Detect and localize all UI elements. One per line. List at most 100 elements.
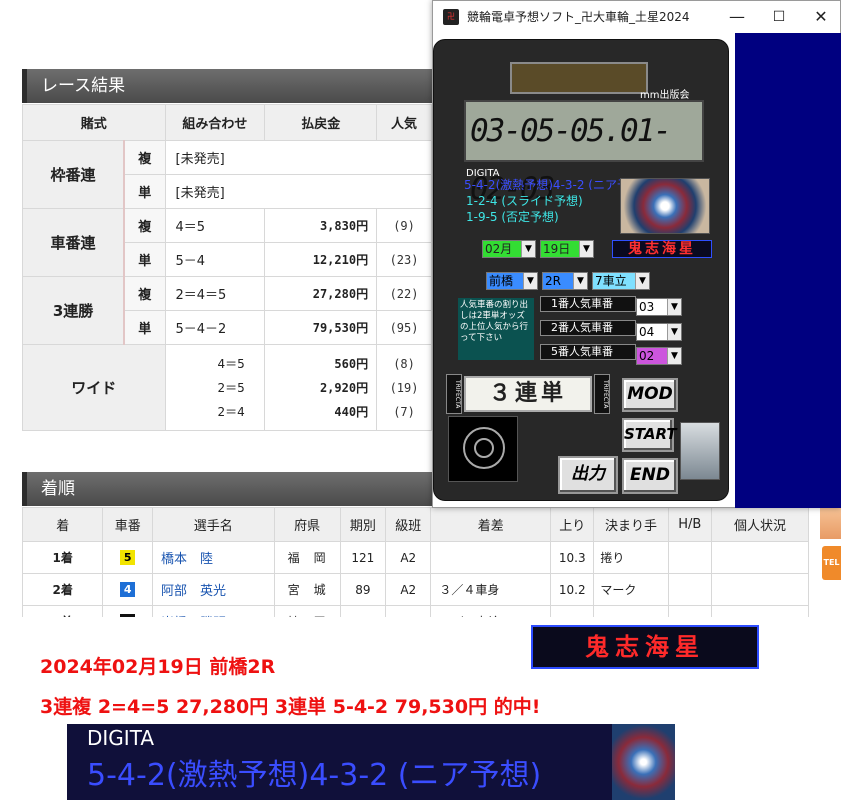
payout: 440円 xyxy=(334,404,369,419)
hb-marker xyxy=(667,573,712,606)
popular-value-3: 02 xyxy=(639,349,655,363)
col-popularity: 人気 xyxy=(376,104,432,141)
winning-move: 捲り xyxy=(593,541,669,574)
chevron-down-icon: ▼ xyxy=(521,241,535,257)
prefecture: 宮 城 xyxy=(273,573,341,606)
output-button[interactable]: 出力 xyxy=(558,456,618,494)
close-icon[interactable]: ✕ xyxy=(801,1,841,33)
popular-value-2: 04 xyxy=(639,325,655,339)
statue-image xyxy=(680,422,720,480)
brand-label: mm出版会 xyxy=(640,90,690,101)
bottom-digita-banner: DIGITA 5-4-2(激熱予想)4-3-2 (ニア予想) xyxy=(67,724,675,800)
popular-select-2[interactable]: 04 ▼ xyxy=(636,323,682,341)
popular-value-1: 03 xyxy=(639,300,655,314)
calculator-body: mm出版会 03-05-05.01-02-03. DIGITA 5-4-2(激熱… xyxy=(433,39,729,501)
wide-combinations: 4＝5 2＝5 2＝4 xyxy=(164,344,266,431)
col-term: 期別 xyxy=(339,507,387,542)
window-title: 競輪電卓予想ソフト_卍大車輪_土星2024 xyxy=(467,10,690,24)
race-select[interactable]: 2R ▼ xyxy=(542,272,588,290)
bet-group-label: ワイド xyxy=(22,344,166,431)
logo-badge: 鬼志海星 xyxy=(612,240,712,258)
last-lap-time: 10.1 xyxy=(550,605,595,617)
dial-icon[interactable] xyxy=(463,427,505,469)
rider-name-link[interactable]: 岩橋 勝明 xyxy=(151,605,275,617)
col-winning-move: 決まり手 xyxy=(593,507,669,542)
side-badge[interactable]: TEL xyxy=(822,546,841,580)
popular-select-1[interactable]: 03 ▼ xyxy=(636,298,682,316)
rider-status xyxy=(710,605,809,617)
combination: 5－4－2 xyxy=(164,310,266,345)
col-bike-number: 車番 xyxy=(102,507,153,542)
chevron-down-icon: ▼ xyxy=(667,299,681,315)
combination: 5－4 xyxy=(164,242,266,277)
app-icon: 卍 xyxy=(443,9,459,25)
table-row: 2着 4 阿部 英光宮 城 89 A2 ３／４車身 10.2 マーク xyxy=(22,573,809,606)
venue-value: 前橋 xyxy=(489,274,514,288)
popular-label-1: 1番人気車番 xyxy=(540,296,636,312)
rider-status xyxy=(710,573,809,606)
bet-sub-label: 複 xyxy=(123,140,166,175)
prefecture: 埼 玉 xyxy=(273,605,341,617)
combination: [未発売] xyxy=(164,140,432,175)
finish-table-wrap: 着 車番 選手名 府県 期別 級班 着差 上り 決まり手 H/B 個人状況 1着… xyxy=(22,507,809,617)
rider-name-link[interactable]: 橋本 陸 xyxy=(151,541,275,574)
month-value: 02月 xyxy=(485,242,513,256)
side-image-fragment xyxy=(820,505,841,539)
table-row: 車番連 複 4＝5 3,830円 (9) xyxy=(22,208,432,277)
mod-button[interactable]: MOD xyxy=(622,378,678,412)
popular-select-3[interactable]: 02 ▼ xyxy=(636,347,682,365)
payout: 79,530円 xyxy=(264,310,378,345)
popularity: (23) xyxy=(376,242,432,277)
popularity: (9) xyxy=(376,208,432,243)
bet-type-display: ３連単 xyxy=(464,376,592,412)
combination: [未発売] xyxy=(164,174,432,209)
day-select[interactable]: 19日 ▼ xyxy=(540,240,594,258)
class: A2 xyxy=(385,573,432,606)
bike-number-cell: 2 xyxy=(102,605,153,617)
venue-select[interactable]: 前橋 ▼ xyxy=(486,272,538,290)
popularity: (95) xyxy=(376,310,432,345)
race-results-table: 賭式 組み合わせ 払戻金 人気 枠番連 複 [未発売] 単 [未発売] 車番連 … xyxy=(22,104,432,431)
dial-area xyxy=(448,416,518,482)
chevron-down-icon: ▼ xyxy=(667,348,681,364)
wide-popularity: (8) (19) (7) xyxy=(376,344,432,431)
last-lap-time: 10.2 xyxy=(550,573,595,606)
bike-number-badge: 4 xyxy=(120,582,136,597)
app-window: 卍 競輪電卓予想ソフト_卍大車輪_土星2024 — ☐ ✕ mm出版会 03-0… xyxy=(432,0,841,508)
table-row: 3着 2 岩橋 勝明埼 玉79A2３／４車輪10.1 xyxy=(22,605,809,617)
bottom-digita-prediction: 5-4-2(激熱予想)4-3-2 (ニア予想) xyxy=(87,758,542,793)
bet-sub-label: 単 xyxy=(123,174,166,209)
margin: ３／４車身 xyxy=(430,573,552,606)
chevron-down-icon: ▼ xyxy=(579,241,593,257)
finish-place: 1着 xyxy=(22,541,104,574)
term: 121 xyxy=(339,541,387,574)
wide-payouts: 560円 2,920円 440円 xyxy=(264,344,378,431)
hb-marker xyxy=(667,541,712,574)
month-select[interactable]: 02月 ▼ xyxy=(482,240,536,258)
bottom-kaleidoscope-image xyxy=(612,724,675,800)
col-class: 級班 xyxy=(385,507,432,542)
mode-select[interactable]: 7車立 ▼ xyxy=(592,272,650,290)
finish-order-title: 着順 xyxy=(22,472,437,506)
maximize-icon[interactable]: ☐ xyxy=(759,1,799,33)
minimize-icon[interactable]: — xyxy=(717,1,757,33)
popularity: (7) xyxy=(393,404,415,419)
popularity: (19) xyxy=(389,380,419,395)
term: 89 xyxy=(339,573,387,606)
blue-panel xyxy=(735,33,841,508)
table-row: 1着 5 橋本 陸福 岡 121 A2 10.3 捲り xyxy=(22,541,809,574)
bike-number-cell: 5 xyxy=(102,541,153,574)
chevron-down-icon: ▼ xyxy=(523,273,537,289)
payout: 2,920円 xyxy=(319,380,369,395)
margin: ３／４車輪 xyxy=(430,605,552,617)
winning-move: マーク xyxy=(593,573,669,606)
combination: 2＝4 xyxy=(217,404,245,419)
end-button[interactable]: END xyxy=(622,458,678,494)
rider-name-link[interactable]: 阿部 英光 xyxy=(151,573,275,606)
bet-group-label: 3連勝 xyxy=(22,276,125,345)
finish-place: 3着 xyxy=(22,605,104,617)
start-button[interactable]: START xyxy=(622,418,677,452)
bet-sub-label: 単 xyxy=(123,242,166,277)
prediction-line-3: 1-9-5 (否定予想) xyxy=(466,210,559,224)
payout: 12,210円 xyxy=(264,242,378,277)
